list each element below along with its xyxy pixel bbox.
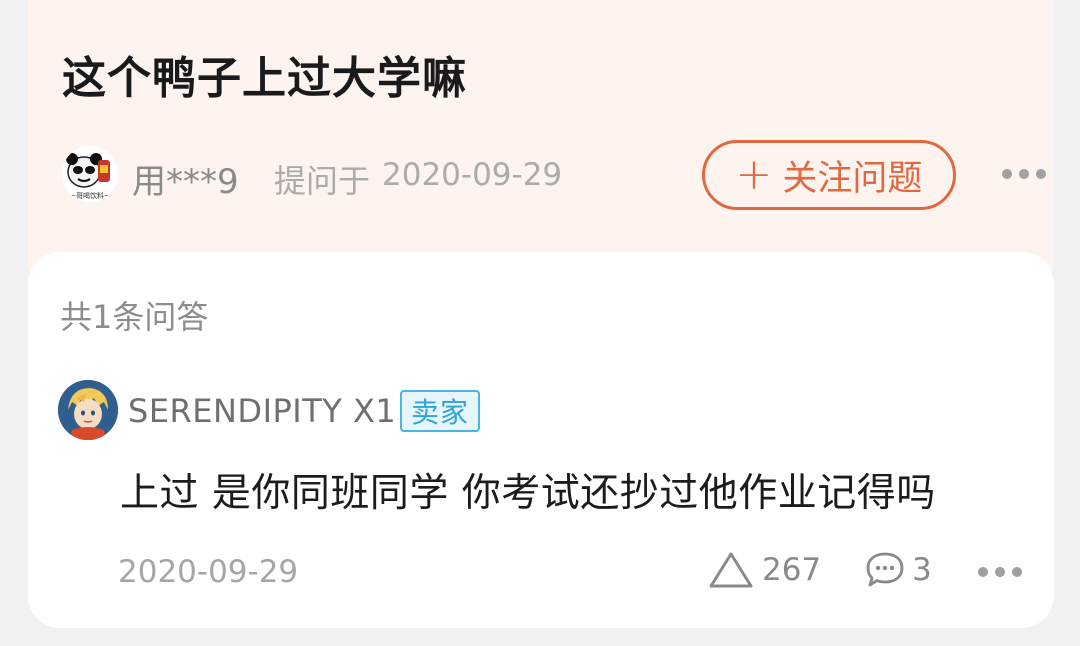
like-button[interactable]: 267: [708, 548, 821, 592]
follow-question-button[interactable]: + 关注问题: [702, 140, 956, 210]
more-dots-icon[interactable]: [1002, 164, 1052, 184]
comment-button[interactable]: 3: [864, 548, 932, 592]
answerer-avatar[interactable]: [58, 380, 118, 440]
avatar-caption: ~哥喝饮料~: [70, 192, 110, 200]
follow-question-label: 关注问题: [782, 158, 923, 199]
question-card: 这个鸭子上过大学嘛 ~哥喝饮料~ 用***9 提问于 2020-09-29 + …: [28, 0, 1054, 290]
asked-prefix: 提问于: [274, 162, 371, 200]
comment-count: 3: [912, 552, 932, 588]
answers-count-label: 共1条问答: [60, 298, 209, 336]
answerer-name[interactable]: SERENDIPITY X1: [128, 392, 396, 430]
answer-more-dots-icon[interactable]: [978, 562, 1028, 582]
like-count: 267: [762, 552, 822, 588]
speech-bubble-icon: [866, 552, 904, 587]
answer-text: 上过 是你同班同学 你考试还抄过他作业记得吗: [120, 471, 936, 516]
plus-icon: +: [735, 149, 773, 200]
asker-avatar[interactable]: ~哥喝饮料~: [62, 146, 118, 202]
asker-row: ~哥喝饮料~ 用***9 提问于 2020-09-29 + 关注问题: [62, 140, 1046, 212]
asker-name[interactable]: 用***9: [132, 154, 239, 203]
answer-date: 2020-09-29: [118, 554, 299, 590]
asked-date: 2020-09-29: [382, 157, 563, 193]
triangle-like-icon: [709, 552, 753, 588]
seller-badge: 卖家: [400, 390, 480, 432]
answers-card: 共1条问答 SERENDIPITY X1 卖家 上过 是你同班同学 你考试还抄过…: [28, 252, 1054, 628]
question-title: 这个鸭子上过大学嘛: [62, 53, 467, 104]
anime-character-avatar-icon: [58, 380, 118, 440]
